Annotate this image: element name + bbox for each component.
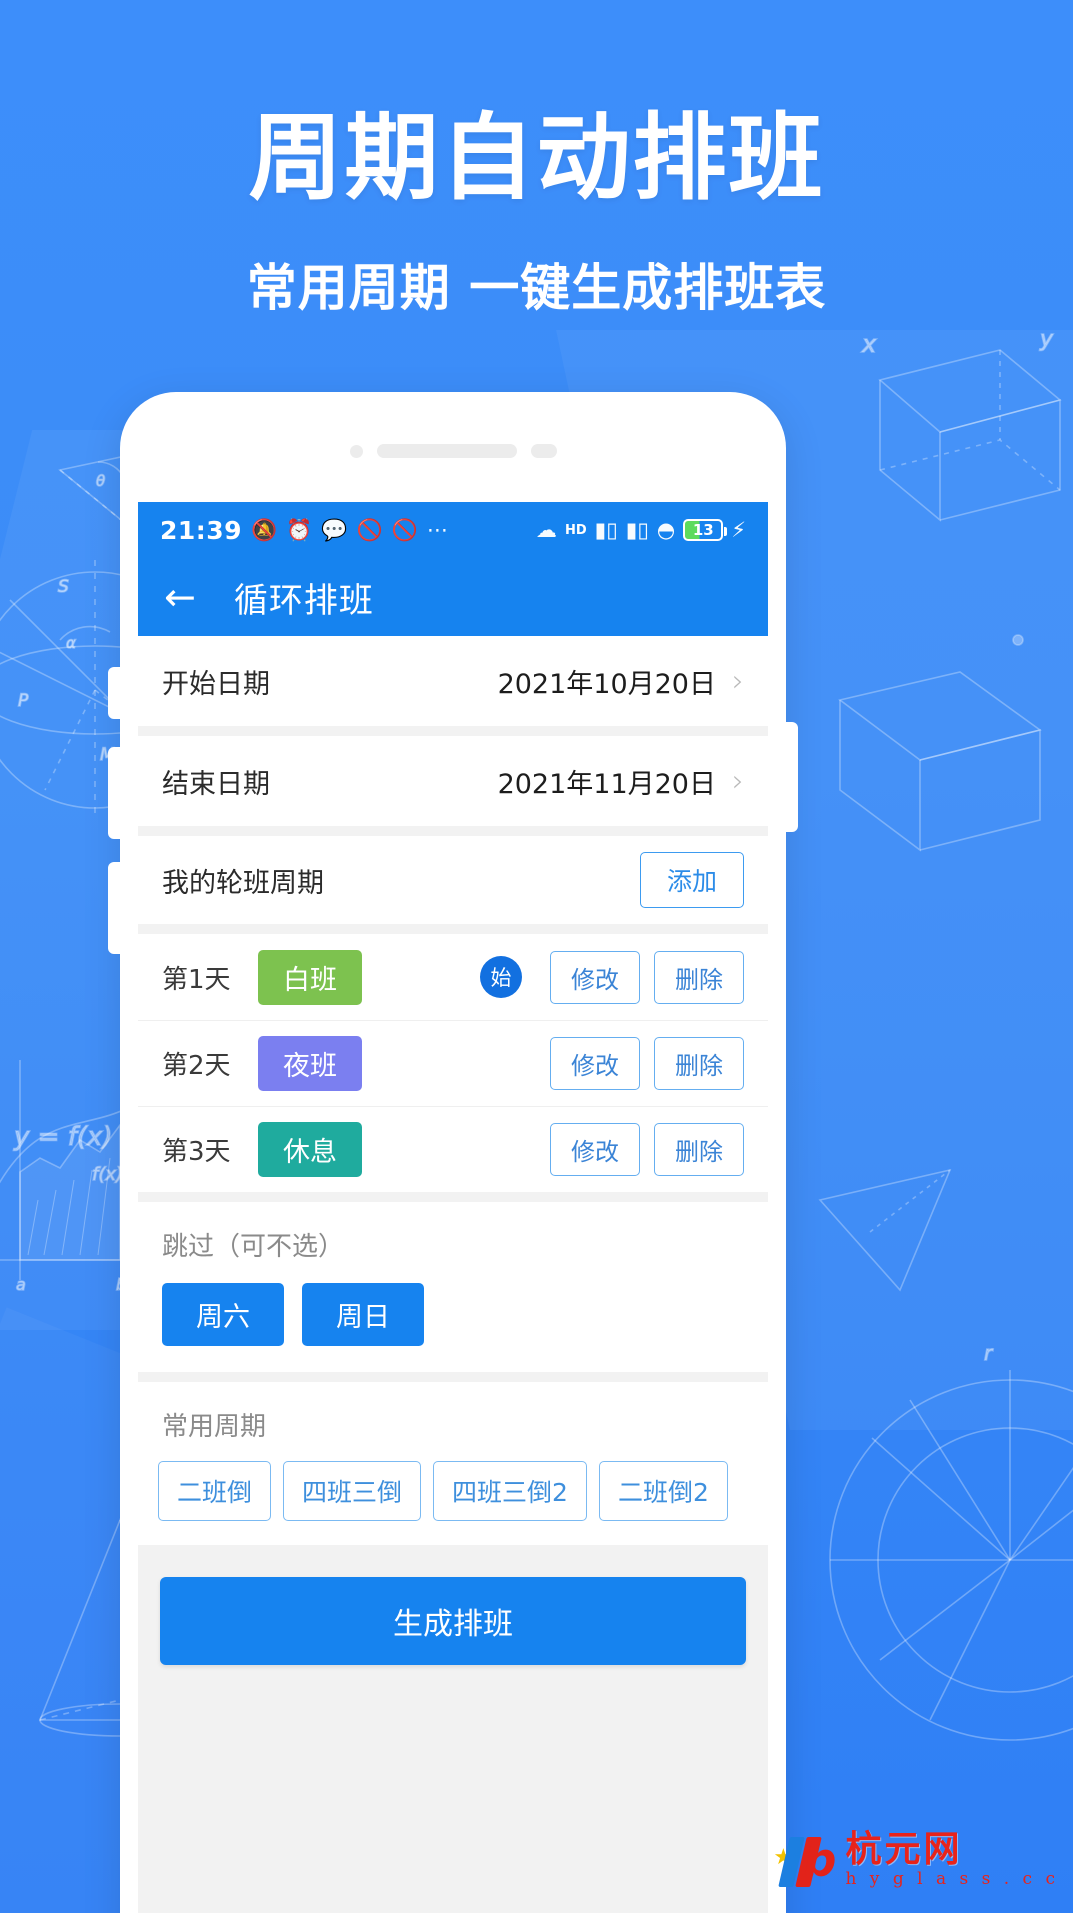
do-not-disturb-icon: 🚫: [356, 517, 383, 542]
edit-button[interactable]: 修改: [550, 950, 640, 1004]
generate-section: 生成排班: [138, 1555, 768, 1665]
edit-button[interactable]: 修改: [550, 1037, 640, 1090]
skip-saturday-button[interactable]: 周六: [162, 1283, 284, 1346]
preset-title: 常用周期: [162, 1412, 267, 1442]
front-camera-icon: [349, 444, 363, 458]
charging-bolt-icon: ⚡: [731, 517, 746, 542]
start-date-value: 2021年10月20日: [497, 668, 716, 700]
alarm-clock-icon: ⏰: [286, 517, 313, 542]
chevron-right-icon: ›: [732, 763, 744, 799]
watermark-logo-icon: ★ b: [773, 1829, 837, 1891]
skip-options: 周六 周日: [138, 1263, 768, 1372]
content-scroll: 开始日期 2021年10月20日 › 结束日期 2021年11月20日 › 我的…: [138, 636, 768, 1675]
svg-text:x: x: [861, 330, 877, 358]
page-title: 循环排班: [233, 580, 374, 621]
mute-bell-icon: 🔕: [251, 517, 278, 542]
shift-chip[interactable]: 休息: [258, 1122, 362, 1177]
table-row: 第1天 白班 始 修改 删除: [138, 934, 768, 1020]
status-bar: 21:39 🔕 ⏰ 💬 🚫 🚫 ⋯ ☁ HD ▮▯ ▮▯ ◓ 13 ⚡: [138, 502, 768, 558]
start-date-card: 开始日期 2021年10月20日 ›: [138, 636, 768, 726]
table-row: 第2天 夜班 始 修改 删除: [138, 1020, 768, 1106]
app-bar: ← 循环排班: [138, 558, 768, 636]
phone-button-volume-up[interactable]: [108, 747, 122, 839]
phone-screen: 21:39 🔕 ⏰ 💬 🚫 🚫 ⋯ ☁ HD ▮▯ ▮▯ ◓ 13 ⚡ ← 循环…: [138, 502, 768, 1913]
end-date-label: 结束日期: [162, 768, 270, 800]
signal-bars-icon: ▮▯: [625, 517, 649, 542]
delete-button[interactable]: 删除: [654, 1037, 744, 1090]
bluetooth-icon: ☁: [536, 517, 557, 542]
my-cycle-card: 我的轮班周期 添加: [138, 836, 768, 924]
logo-letter: b: [803, 1833, 837, 1887]
phone-mockup: 21:39 🔕 ⏰ 💬 🚫 🚫 ⋯ ☁ HD ▮▯ ▮▯ ◓ 13 ⚡ ← 循环…: [108, 392, 798, 1913]
earpiece-speaker: [376, 444, 517, 458]
phone-button-power[interactable]: [784, 722, 798, 832]
svg-text:y = f(x): y = f(x): [13, 1122, 113, 1152]
svg-text:y: y: [1039, 327, 1054, 352]
watermark-site-url: h y g l a s s . c c: [845, 1868, 1059, 1889]
do-not-disturb-icon: 🚫: [391, 517, 418, 542]
preset-button-4[interactable]: 二班倒2: [598, 1461, 728, 1521]
delete-button[interactable]: 删除: [654, 950, 744, 1004]
add-cycle-button[interactable]: 添加: [639, 852, 744, 908]
start-date-label: 开始日期: [162, 668, 270, 700]
shift-chip[interactable]: 夜班: [258, 1036, 362, 1091]
preset-button-1[interactable]: 二班倒: [158, 1461, 272, 1521]
end-date-value: 2021年11月20日: [497, 768, 716, 800]
promo-headline: 周期自动排班: [248, 104, 825, 213]
svg-text:θ: θ: [96, 472, 105, 490]
my-cycle-title: 我的轮班周期: [162, 867, 324, 899]
wifi-icon: ◓: [656, 517, 676, 542]
svg-text:a: a: [16, 1275, 26, 1294]
back-arrow-icon[interactable]: ←: [164, 578, 196, 616]
signal-bars-icon: ▮▯: [594, 517, 618, 542]
preset-button-3[interactable]: 四班三倒2: [433, 1461, 587, 1521]
proximity-sensor-icon: [530, 444, 557, 458]
phone-speaker-area: [120, 444, 786, 458]
phone-button-mute[interactable]: [108, 667, 122, 719]
row-end-date[interactable]: 结束日期 2021年11月20日 ›: [138, 736, 768, 826]
phone-button-volume-down[interactable]: [108, 862, 122, 954]
preset-button-2[interactable]: 四班三倒: [283, 1461, 422, 1521]
more-dots-icon: ⋯: [426, 517, 448, 542]
preset-cycles-card: 常用周期 二班倒 四班三倒 四班三倒2 二班倒2: [138, 1382, 768, 1545]
svg-text:P: P: [18, 691, 29, 711]
start-marker-badge: 始: [480, 956, 522, 998]
skip-card: 跳过（可不选） 周六 周日: [138, 1202, 768, 1372]
day-label: 第1天: [162, 964, 231, 995]
svg-text:r: r: [984, 1341, 994, 1365]
watermark-site-name: 杭元网: [845, 1829, 963, 1871]
my-cycle-header: 我的轮班周期 添加: [138, 836, 768, 924]
site-watermark: ★ b 杭元网 h y g l a s s . c c: [773, 1829, 1059, 1891]
status-time: 21:39: [160, 515, 243, 545]
shift-chip[interactable]: 白班: [258, 949, 362, 1005]
day-label: 第3天: [162, 1137, 231, 1167]
battery-indicator: 13: [683, 519, 728, 541]
svg-text:f(x): f(x): [92, 1164, 123, 1185]
generate-schedule-button[interactable]: 生成排班: [160, 1577, 746, 1665]
skip-sunday-button[interactable]: 周日: [302, 1283, 424, 1346]
row-start-date[interactable]: 开始日期 2021年10月20日 ›: [138, 636, 768, 726]
cycle-days-card: 第1天 白班 始 修改 删除 第2天 夜班 始 修改 删除 第3天: [138, 934, 768, 1192]
svg-text:S: S: [58, 577, 69, 597]
day-label: 第2天: [162, 1051, 231, 1081]
hd-icon: HD: [565, 522, 587, 538]
svg-text:α: α: [66, 634, 76, 652]
chevron-right-icon: ›: [732, 663, 744, 699]
edit-button[interactable]: 修改: [550, 1123, 640, 1176]
message-icon: 💬: [321, 517, 348, 542]
delete-button[interactable]: 删除: [654, 1123, 744, 1176]
promo-subheadline: 常用周期 一键生成排班表: [246, 258, 827, 317]
preset-options: 二班倒 四班三倒 四班三倒2 二班倒2: [138, 1443, 768, 1545]
table-row: 第3天 休息 始 修改 删除: [138, 1106, 768, 1192]
end-date-card: 结束日期 2021年11月20日 ›: [138, 736, 768, 826]
skip-title: 跳过（可不选）: [162, 1232, 345, 1262]
